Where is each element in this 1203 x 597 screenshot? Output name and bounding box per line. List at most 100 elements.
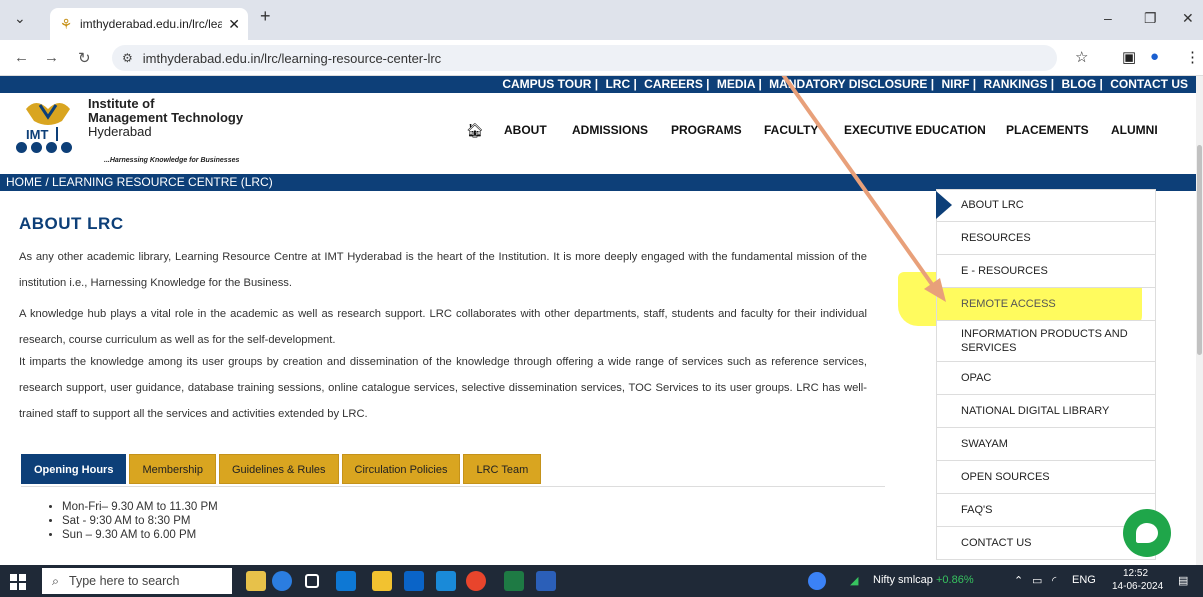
wifi-icon[interactable]: ◜ (1052, 574, 1056, 587)
topnav-nirf[interactable]: NIRF | (941, 77, 976, 91)
nav-admissions[interactable]: ADMISSIONS (572, 123, 648, 137)
battery-icon[interactable]: ▭ (1032, 574, 1042, 587)
language-indicator[interactable]: ENG (1072, 574, 1096, 586)
nav-executive-education[interactable]: EXECUTIVE EDUCATION (844, 123, 986, 137)
word-icon[interactable] (536, 571, 556, 591)
active-arrow-icon (936, 191, 952, 219)
help-icon[interactable] (808, 572, 826, 590)
profile-icon[interactable]: ● (1150, 48, 1159, 65)
side-panel-icon[interactable]: ▣ (1122, 48, 1136, 66)
sidebar-item-information-products[interactable]: INFORMATION PRODUCTS AND SERVICES (936, 321, 1156, 362)
app-icon[interactable] (272, 571, 292, 591)
sidebar-item-opac[interactable]: OPAC (936, 362, 1156, 395)
new-tab-icon[interactable]: + (260, 6, 271, 27)
tab-search-chevron-icon[interactable]: ⌄ (14, 10, 26, 27)
restore-icon[interactable]: ❐ (1144, 10, 1157, 27)
sidebar-item-e-resources[interactable]: E - RESOURCES (936, 255, 1156, 288)
sidebar-item-about-lrc[interactable]: ABOUT LRC (936, 189, 1156, 222)
topnav-lrc[interactable]: LRC | (605, 77, 636, 91)
store-icon[interactable] (336, 571, 356, 591)
sidebar-item-faqs[interactable]: FAQ'S (936, 494, 1156, 527)
clock-date[interactable]: 14-06-2024 (1112, 581, 1163, 592)
chat-bubble-icon[interactable] (1123, 509, 1171, 557)
windows-taskbar: ⌕ Type here to search ◢ Nifty smlcap +0.… (0, 565, 1203, 597)
outlook-icon[interactable] (404, 571, 424, 591)
stock-chart-icon: ◢ (850, 575, 859, 587)
top-utility-nav: CAMPUS TOUR | LRC | CAREERS | MEDIA | MA… (0, 76, 1196, 93)
tagline: ...Harnessing Knowledge for Businesses (104, 157, 240, 164)
search-placeholder: Type here to search (69, 574, 180, 588)
site-info-icon[interactable]: ⚙ (122, 51, 133, 65)
excel-icon[interactable] (504, 571, 524, 591)
nav-programs[interactable]: PROGRAMS (671, 123, 742, 137)
menu-icon[interactable]: ⋮ (1185, 48, 1200, 66)
sidebar-item-label: ABOUT LRC (961, 199, 1024, 211)
sidebar-item-remote-access[interactable]: REMOTE ACCESS (936, 288, 1156, 321)
site-favicon-icon: ⚘ (59, 15, 73, 32)
paragraph-2: A knowledge hub plays a vital role in th… (19, 308, 867, 346)
forward-icon[interactable]: → (44, 49, 59, 66)
notification-icon[interactable]: ▤ (1178, 574, 1188, 587)
address-bar: ← → ↻ ⚙ imthyderabad.edu.in/lrc/learning… (0, 40, 1203, 76)
tab-guidelines-rules[interactable]: Guidelines & Rules (218, 454, 339, 484)
url-text: imthyderabad.edu.in/lrc/learning-resourc… (142, 50, 442, 66)
home-icon[interactable]: 🏠︎ (466, 122, 484, 139)
logo-line-2: Management Technology (88, 110, 244, 125)
svg-text:IMT: IMT (26, 127, 48, 142)
tab-opening-hours[interactable]: Opening Hours (21, 454, 127, 484)
page-title: ABOUT LRC (19, 214, 124, 233)
taskbar-search[interactable]: ⌕ Type here to search (42, 568, 232, 594)
task-view-icon[interactable] (305, 574, 319, 588)
nav-alumni[interactable]: ALUMNI (1111, 123, 1158, 137)
topnav-mandatory-disclosure[interactable]: MANDATORY DISCLOSURE | (769, 77, 934, 91)
topnav-contact-us[interactable]: CONTACT US (1110, 77, 1188, 91)
nav-faculty[interactable]: FACULTY (764, 123, 818, 137)
site-header: IMT Institute of Management Technology H… (0, 93, 1196, 169)
scrollbar-thumb[interactable] (1197, 145, 1202, 355)
nav-about[interactable]: ABOUT (504, 123, 547, 137)
web-page: CAMPUS TOUR | LRC | CAREERS | MEDIA | MA… (0, 76, 1196, 565)
close-window-icon[interactable]: ✕ (1182, 10, 1194, 27)
weather-widget-icon[interactable] (246, 571, 266, 591)
tab-divider (21, 486, 885, 487)
paragraph-3: It imparts the knowledge among its user … (19, 356, 867, 420)
logo-line-1: Institute of (88, 96, 155, 111)
logo-line-3: Hyderabad (88, 124, 152, 139)
list-item: Sat - 9:30 AM to 8:30 PM (62, 514, 218, 528)
chrome-icon[interactable] (466, 571, 486, 591)
topnav-blog[interactable]: BLOG | (1062, 77, 1103, 91)
back-icon[interactable]: ← (14, 49, 29, 66)
list-item: Mon-Fri– 9.30 AM to 11.30 PM (62, 500, 218, 514)
mail-icon[interactable] (436, 571, 456, 591)
sidebar-item-open-sources[interactable]: OPEN SOURCES (936, 461, 1156, 494)
sidebar-item-swayam[interactable]: SWAYAM (936, 428, 1156, 461)
windows-start-icon[interactable] (10, 574, 26, 590)
list-item: Sun – 9.30 AM to 6.00 PM (62, 528, 218, 542)
tab-lrc-team[interactable]: LRC Team (463, 454, 542, 484)
opening-hours-list: Mon-Fri– 9.30 AM to 11.30 PM Sat - 9:30 … (62, 500, 218, 542)
file-explorer-icon[interactable] (372, 571, 392, 591)
browser-tab-strip: ⌄ ⚘ imthyderabad.edu.in/lrc/learnin ✕ + … (0, 0, 1203, 40)
institute-name: Institute of Management Technology Hyder… (88, 97, 243, 139)
sidebar-item-resources[interactable]: RESOURCES (936, 222, 1156, 255)
tab-title: imthyderabad.edu.in/lrc/learnin (80, 17, 223, 31)
reload-icon[interactable]: ↻ (78, 49, 91, 67)
topnav-media[interactable]: MEDIA | (717, 77, 762, 91)
stock-change: +0.86% (936, 574, 974, 586)
stock-name[interactable]: Nifty smlcap (873, 574, 933, 586)
sidebar-item-national-digital-library[interactable]: NATIONAL DIGITAL LIBRARY (936, 395, 1156, 428)
tab-circulation-policies[interactable]: Circulation Policies (341, 454, 461, 484)
lrc-sidebar: ABOUT LRC RESOURCES E - RESOURCES REMOTE… (936, 189, 1156, 560)
nav-placements[interactable]: PLACEMENTS (1006, 123, 1089, 137)
url-field[interactable]: ⚙ imthyderabad.edu.in/lrc/learning-resou… (112, 45, 1057, 71)
browser-tab[interactable]: ⚘ imthyderabad.edu.in/lrc/learnin ✕ (50, 8, 248, 40)
tab-membership[interactable]: Membership (129, 454, 216, 484)
minimize-icon[interactable]: – (1104, 10, 1112, 26)
tray-chevron-icon[interactable]: ⌃ (1014, 574, 1023, 587)
topnav-campus-tour[interactable]: CAMPUS TOUR | (502, 77, 598, 91)
close-tab-icon[interactable]: ✕ (228, 16, 240, 33)
topnav-careers[interactable]: CAREERS | (644, 77, 709, 91)
topnav-rankings[interactable]: RANKINGS | (983, 77, 1054, 91)
bookmark-star-icon[interactable]: ☆ (1075, 48, 1088, 66)
clock-time[interactable]: 12:52 (1123, 568, 1148, 579)
